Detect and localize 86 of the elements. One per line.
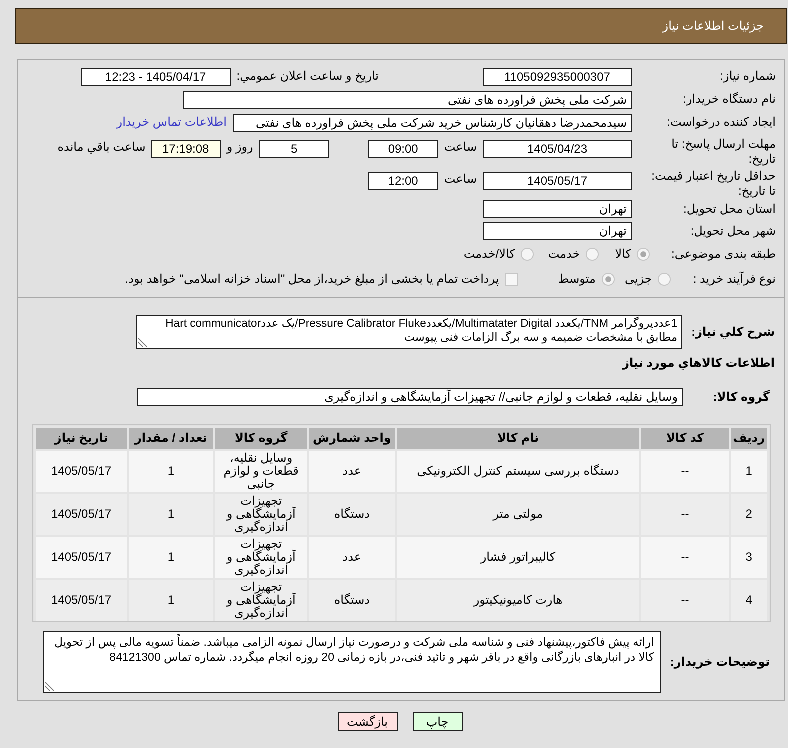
- field-label: طبقه بندی موضوعی:: [671, 247, 776, 262]
- option-label: کالا/خدمت: [464, 247, 516, 262]
- field-label: نام دستگاه خریدار:: [682, 92, 776, 107]
- goods-group-field[interactable]: وسایل نقلیه، قطعات و لوازم جانبی// تجهیزات آزمایشگاهی و اندازه‌گیری: [137, 388, 683, 406]
- table-cell: دستگاه بررسی سیستم کنترل الکترونیکی: [397, 451, 640, 492]
- table-cell: 1: [129, 537, 214, 578]
- table-cell: 1405/05/17: [36, 451, 128, 492]
- field-label: استان محل تحویل:: [682, 202, 776, 216]
- time-label: ساعت: [444, 172, 477, 187]
- column-header: واحد شمارش: [309, 428, 396, 449]
- announcement-date-field[interactable]: 1405/04/17 - 12:23: [80, 68, 231, 86]
- days-field[interactable]: 5: [259, 140, 330, 158]
- table-cell: 1405/05/17: [36, 537, 128, 578]
- table-cell: 1: [129, 580, 214, 621]
- time-field[interactable]: 12:00: [368, 172, 438, 190]
- table-cell: عدد: [309, 451, 396, 492]
- table-cell: وسایل نقلیه، قطعات و لوازم جانبی: [215, 451, 308, 492]
- column-header: تعداد / مقدار: [129, 428, 214, 449]
- table-cell: 1: [731, 451, 767, 492]
- radio-button[interactable]: [586, 248, 600, 261]
- field-label: شماره نیاز:: [719, 69, 776, 84]
- table-cell: دستگاه: [309, 580, 396, 621]
- time-field[interactable]: 09:00: [368, 140, 438, 158]
- field-label: توضیحات خریدار:: [670, 654, 770, 670]
- option-label: خدمت: [548, 247, 580, 262]
- resize-grip-icon[interactable]: [45, 682, 54, 691]
- table-cell: 1: [129, 494, 214, 535]
- column-header: تاریخ نیاز: [36, 428, 128, 449]
- remaining-time-field[interactable]: 17:19:08: [150, 140, 221, 158]
- field-label: مهلت ارسال پاسخ: تا تاریخ:: [670, 137, 776, 167]
- buyer-name-field[interactable]: شرکت ملی پخش فراورده های نفتی: [183, 90, 632, 108]
- date-field[interactable]: 1405/05/17: [483, 172, 632, 190]
- table-cell: --: [641, 537, 730, 578]
- table-cell: کالیبراتور فشار: [397, 537, 640, 578]
- field-label: ایجاد کننده درخواست:: [666, 115, 776, 130]
- time-label: ساعت: [444, 140, 477, 155]
- radio-button[interactable]: [521, 248, 534, 261]
- option-label: متوسط: [558, 272, 596, 287]
- column-header: نام کالا: [397, 428, 640, 449]
- option-label: کالا: [615, 247, 632, 262]
- option-label: جزیی: [624, 272, 652, 287]
- table-cell: 1405/05/17: [36, 494, 128, 535]
- radio-button[interactable]: [602, 273, 615, 286]
- column-header: کد کالا: [641, 428, 730, 449]
- table-cell: --: [641, 494, 730, 535]
- checkbox-label: پرداخت تمام یا بخشی از مبلغ خرید،از محل "اسناد خزانه اسلامی" خواهد بود.: [125, 272, 500, 287]
- field-label: شهر محل تحویل:: [690, 224, 776, 238]
- section-heading: اطلاعات کالاهاي مورد نیاز: [621, 356, 775, 371]
- page-title: جزئیات اطلاعات نیاز: [662, 18, 764, 34]
- print-button[interactable]: چاپ: [412, 712, 462, 731]
- days-label: روز و: [226, 140, 254, 155]
- province-field[interactable]: تهران: [483, 200, 632, 218]
- column-header: ردیف: [731, 428, 767, 449]
- remaining-label: ساعت باقي مانده: [58, 140, 146, 155]
- table-cell: 2: [731, 494, 767, 535]
- contact-link[interactable]: اطلاعات تماس خریدار: [116, 115, 227, 130]
- buyer-notes-field[interactable]: ارائه پیش فاکتور،پیشنهاد فنی و شناسه ملی شرکت و درصورت نیاز ارسال نمونه الزامی میباشد. ضمناً تسویه مالی پس از تحویل کالا در انبارهای بازرگانی واقع در باقر شهر و تائید فنی،در بازه زمانی 20 روزه انجام میگردد. شماره تماس 84121300: [43, 631, 662, 693]
- table-cell: دستگاه: [309, 494, 396, 535]
- table-cell: هارت کامیونیکیتور: [397, 580, 640, 621]
- date-field[interactable]: 1405/04/23: [483, 140, 632, 158]
- field-label: نوع فرآیند خرید :: [693, 272, 776, 287]
- need-number-field[interactable]: 1105092935000307: [483, 68, 632, 86]
- field-label: تاریخ و ساعت اعلان عمومي:: [236, 69, 379, 84]
- radio-button[interactable]: [658, 273, 672, 286]
- field-label: شرح کلي نیاز:: [692, 324, 775, 340]
- column-header: گروه کالا: [215, 428, 308, 449]
- resize-grip-icon[interactable]: [138, 338, 147, 347]
- radio-button[interactable]: [637, 248, 650, 261]
- table-cell: 4: [731, 580, 767, 621]
- table-cell: عدد: [309, 537, 396, 578]
- description-field[interactable]: 1عددپروگرامر TNM/یکعدد Multimatater Digital/یکعددPressure Calibrator Fluke/یک عددHart communicator مطابق با مشخصات ضمیمه و سه برگ الزامات فنی پیوست: [136, 315, 682, 349]
- requester-field[interactable]: سیدمحمدرضا دهقانیان کارشناس خرید شرکت ملی پخش فراورده های نفتی: [233, 114, 632, 132]
- table-cell: 1405/05/17: [36, 580, 128, 621]
- table-cell: --: [641, 580, 730, 621]
- checkbox[interactable]: [505, 273, 518, 286]
- table-cell: 3: [731, 537, 767, 578]
- table-cell: تجهیزات آزمایشگاهی و اندازه‌گیری: [215, 580, 308, 621]
- field-label: حداقل تاریخ اعتبار قیمت: تا تاریخ:: [650, 169, 776, 199]
- table-cell: تجهیزات آزمایشگاهی و اندازه‌گیری: [215, 537, 308, 578]
- city-field[interactable]: تهران: [483, 222, 632, 240]
- table-cell: 1: [129, 451, 214, 492]
- field-label: گروه کالا:: [712, 390, 770, 404]
- back-button[interactable]: بازگشت: [338, 712, 398, 731]
- table-cell: تجهیزات آزمایشگاهی و اندازه‌گیری: [215, 494, 308, 535]
- table-cell: --: [641, 451, 730, 492]
- table-cell: مولتی متر: [397, 494, 640, 535]
